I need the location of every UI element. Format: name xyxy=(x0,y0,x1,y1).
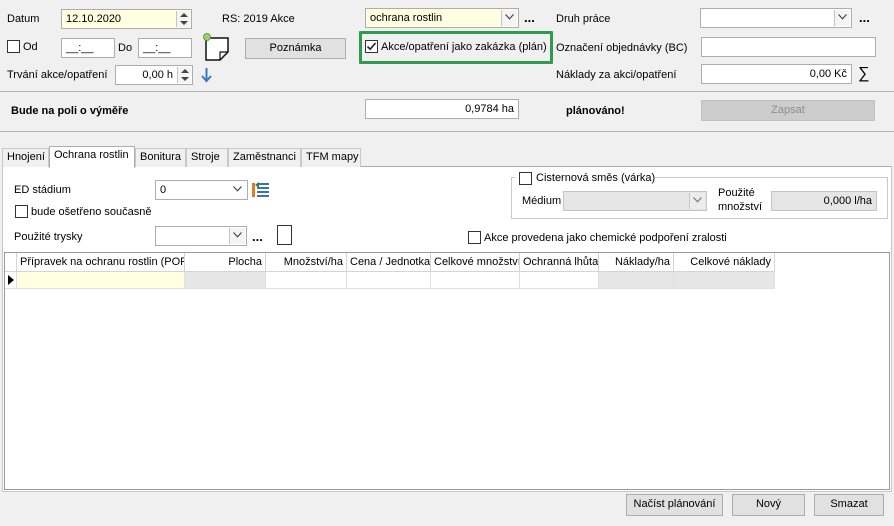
oznaceni-label: Označení objednávky (BC) xyxy=(556,42,688,54)
tab-hnojeni[interactable]: Hnojení xyxy=(2,148,49,167)
por-table[interactable]: Přípravek na ochranu rostlin (POR) Ploch… xyxy=(4,252,890,490)
datum-spinner[interactable] xyxy=(176,11,190,27)
poznamka-button[interactable]: Poznámka xyxy=(245,38,346,59)
zakazka-checkbox[interactable] xyxy=(365,40,378,53)
chevron-down-icon[interactable] xyxy=(689,193,705,209)
tab-ochrana-rostlin[interactable]: Ochrana rostlin xyxy=(49,146,135,168)
cell-plocha[interactable] xyxy=(185,272,266,289)
vymer-value-box: 0,9784 ha xyxy=(365,99,519,119)
vymer-label: Bude na poli o výměře xyxy=(11,105,129,117)
col-header-naklady-ha[interactable]: Náklady/ha xyxy=(599,253,674,272)
cell-mnozstvi-ha[interactable] xyxy=(266,272,347,289)
datum-value: 12.10.2020 xyxy=(66,13,122,25)
tab-tfm-mapy[interactable]: TFM mapy xyxy=(301,148,361,167)
naklady-value: 0,00 Kč xyxy=(809,68,847,80)
note-icon[interactable] xyxy=(202,32,232,62)
trysky-label: Použité trysky xyxy=(14,231,83,243)
druh-prace-select[interactable] xyxy=(700,8,852,28)
chemicke-checkbox[interactable] xyxy=(468,231,481,244)
chevron-down-icon[interactable] xyxy=(230,182,246,198)
od-checkbox[interactable] xyxy=(7,40,20,53)
trvani-label: Trvání akce/opatření xyxy=(7,69,108,81)
arrow-down-icon[interactable] xyxy=(201,67,212,83)
cell-celkove-naklady[interactable] xyxy=(674,272,775,289)
row-header-corner xyxy=(5,253,17,272)
col-header-celkove-naklady[interactable]: Celkové náklady xyxy=(674,253,775,272)
vymer-value: 0,9784 ha xyxy=(465,103,514,115)
smazat-button[interactable]: Smazat xyxy=(814,494,884,516)
cell-naklady-ha[interactable] xyxy=(599,272,674,289)
soucasne-checkbox[interactable] xyxy=(15,205,28,218)
oznaceni-input[interactable] xyxy=(701,37,876,57)
do-time-input[interactable]: __:__ xyxy=(138,38,192,58)
chevron-down-icon[interactable] xyxy=(501,10,517,26)
do-label: Do xyxy=(118,42,133,54)
ed-stadium-select[interactable]: 0 xyxy=(155,180,248,200)
medium-select[interactable] xyxy=(563,191,707,211)
soucasne-label: bude ošetřeno současně xyxy=(31,206,152,218)
cell-cena-jednotka[interactable] xyxy=(347,272,431,289)
od-time-value: __:__ xyxy=(66,42,94,54)
novy-button[interactable]: Nový xyxy=(732,494,805,516)
trysky-more-button[interactable]: ... xyxy=(252,230,263,243)
trvani-input[interactable]: 0,00 h xyxy=(115,65,193,85)
akce-type-value: ochrana rostlin xyxy=(370,12,443,24)
sum-icon[interactable]: ∑ xyxy=(858,65,869,83)
col-header-pripravek[interactable]: Přípravek na ochranu rostlin (POR) xyxy=(17,253,185,272)
druh-prace-label: Druh práce xyxy=(556,13,611,25)
trysky-color-box[interactable] xyxy=(277,225,292,245)
cell-celkove-mnozstvi[interactable] xyxy=(431,272,520,289)
chevron-down-icon[interactable] xyxy=(834,10,850,26)
od-label: Od xyxy=(23,41,38,53)
col-header-cena-jednotka[interactable]: Cena / Jednotka xyxy=(347,253,431,272)
chevron-down-icon[interactable] xyxy=(229,228,245,244)
cisterna-label: Cisternová směs (várka) xyxy=(536,172,656,184)
pouzite-mnozstvi-value-box: 0,000 l/ha xyxy=(771,191,877,211)
pouzite-mnozstvi-value: 0,000 l/ha xyxy=(823,195,872,207)
row-pointer-icon xyxy=(8,275,14,285)
rs-label: RS: 2019 Akce xyxy=(222,13,295,25)
datum-label: Datum xyxy=(7,13,40,25)
ed-stadium-value: 0 xyxy=(160,184,167,196)
naklady-label: Náklady za akci/opatření xyxy=(556,69,677,81)
od-time-input[interactable]: __:__ xyxy=(61,38,115,58)
medium-label: Médium xyxy=(522,195,562,207)
col-header-mnozstvi-ha[interactable]: Množství/ha xyxy=(266,253,347,272)
tab-stroje[interactable]: Stroje xyxy=(186,148,228,167)
col-header-ochranna-lhuta[interactable]: Ochranná lhůta xyxy=(520,253,599,272)
cell-pripravek[interactable] xyxy=(17,272,185,289)
col-header-plocha[interactable]: Plocha xyxy=(185,253,266,272)
ed-stadium-label: ED stádium xyxy=(14,184,71,196)
do-time-value: __:__ xyxy=(143,42,171,54)
datum-input[interactable]: 12.10.2020 xyxy=(61,9,192,29)
trysky-select[interactable] xyxy=(155,226,247,246)
cell-ochranna-lhuta[interactable] xyxy=(520,272,599,289)
trvani-spinner[interactable] xyxy=(177,67,191,83)
pouzite-mnozstvi-label-line2: množství xyxy=(718,201,763,213)
naklady-input[interactable]: 0,00 Kč xyxy=(701,64,852,84)
akce-type-more-button[interactable]: ... xyxy=(524,11,535,24)
planovano-label: plánováno! xyxy=(566,105,625,117)
list-growth-icon[interactable] xyxy=(252,181,270,198)
trvani-value: 0,00 h xyxy=(142,69,173,81)
druh-prace-more-button[interactable]: ... xyxy=(859,11,870,24)
tab-bonitura[interactable]: Bonitura xyxy=(135,148,186,167)
nacist-planovani-button[interactable]: Načíst plánování xyxy=(626,494,723,516)
col-header-celkove-mnozstvi[interactable]: Celkové množství xyxy=(431,253,520,272)
checkmark-icon xyxy=(366,42,377,51)
pouzite-mnozstvi-label-line1: Použité xyxy=(718,187,755,199)
chemicke-label: Akce provedena jako chemické podpoření z… xyxy=(484,232,727,244)
cisterna-checkbox[interactable] xyxy=(519,172,532,185)
row-pointer xyxy=(5,272,17,289)
tab-zamestnanci[interactable]: Zaměstnanci xyxy=(228,148,301,167)
zapsat-button[interactable]: Zapsat xyxy=(701,100,875,121)
zakazka-label: Akce/opatření jako zakázka (plán) xyxy=(381,41,547,53)
akce-type-select[interactable]: ochrana rostlin xyxy=(365,8,519,28)
